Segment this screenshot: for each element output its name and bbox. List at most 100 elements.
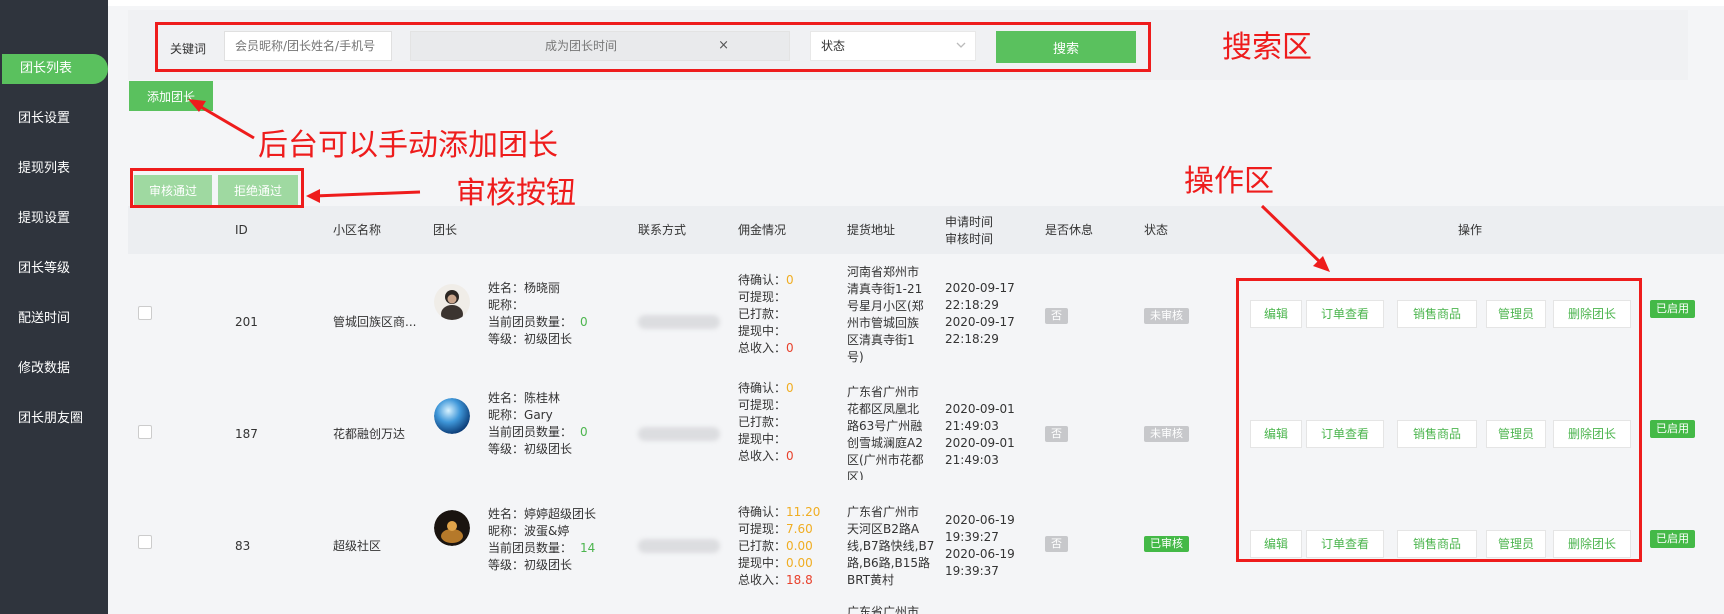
status-badge: 未审核 — [1144, 308, 1189, 324]
enabled-toggle[interactable]: 已启用 — [1650, 300, 1695, 318]
audit-buttons-highlight — [130, 168, 304, 208]
label-withdrawing: 提现中： — [738, 556, 787, 570]
label-total: 总收入： — [738, 341, 787, 355]
commission-info: 待确认：0 可提现： 已打款： 提现中： 总收入：0 — [738, 380, 794, 465]
paid-value: 0.00 — [786, 539, 813, 553]
apply-audit-time: 2020-06-19 19:39:27 2020-06-19 19:39:37 — [945, 513, 1015, 578]
label-level: 等级： — [488, 442, 525, 456]
label-pending: 待确认： — [738, 505, 787, 519]
header-operation: 操作 — [1458, 223, 1483, 237]
sidebar-item-leader-level[interactable]: 团长等级 — [0, 254, 108, 284]
pickup-address: 广东省广州市 天河区B2路A 线,B7路快线,B7 路,B6路,B15路 BRT黄村 — [847, 505, 935, 587]
header-commission: 佣金情况 — [738, 223, 787, 237]
label-members: 当前团员数量： — [488, 315, 573, 329]
label-pending: 待确认： — [738, 273, 787, 287]
label-level: 等级： — [488, 332, 525, 346]
leader-nick: Gary — [524, 408, 553, 422]
rest-badge: 否 — [1045, 308, 1068, 324]
label-level: 等级： — [488, 558, 525, 572]
label-members: 当前团员数量： — [488, 541, 573, 555]
avatar — [434, 510, 470, 546]
label-nick: 昵称： — [488, 524, 525, 538]
leader-level: 初级团长 — [524, 442, 573, 456]
header-contact: 联系方式 — [638, 223, 687, 237]
leader-level: 初级团长 — [524, 558, 573, 572]
header-id: ID — [235, 223, 248, 237]
row-checkbox[interactable] — [138, 306, 152, 320]
label-withdrawable: 可提现： — [738, 522, 787, 536]
label-total: 总收入： — [738, 573, 787, 587]
label-name: 姓名： — [488, 391, 525, 405]
leader-nick: 波蛋&婷 — [524, 524, 570, 538]
header-address: 提货地址 — [847, 223, 896, 237]
sidebar-item-leader-moments[interactable]: 团长朋友圈 — [0, 404, 108, 434]
row-community: 管城回族区商... — [333, 315, 417, 329]
withdrawable-value: 7.60 — [786, 522, 813, 536]
rest-badge: 否 — [1045, 536, 1068, 552]
annotation-search-area: 搜索区 — [1222, 30, 1312, 65]
contact-blurred — [638, 315, 720, 329]
pending-value: 0 — [786, 273, 794, 287]
label-withdrawable: 可提现： — [738, 398, 787, 412]
enabled-toggle[interactable]: 已启用 — [1650, 530, 1695, 548]
header-community: 小区名称 — [333, 223, 382, 237]
label-nick: 昵称： — [488, 408, 525, 422]
total-value: 18.8 — [786, 573, 813, 587]
commission-info: 待确认：0 可提现： 已打款： 提现中： 总收入：0 — [738, 272, 794, 357]
sidebar-item-leader-settings[interactable]: 团长设置 — [0, 104, 108, 134]
label-withdrawing: 提现中： — [738, 432, 787, 446]
member-count: 0 — [580, 315, 588, 329]
row-community: 花都融创万达 — [333, 427, 406, 441]
label-paid: 已打款： — [738, 415, 787, 429]
row-checkbox[interactable] — [138, 425, 152, 439]
search-area-highlight — [155, 22, 1151, 72]
sidebar-item-withdraw-settings[interactable]: 提现设置 — [0, 204, 108, 234]
header-audit-time: 审核时间 — [945, 232, 994, 246]
avatar — [434, 284, 470, 320]
apply-audit-time: 2020-09-17 22:18:29 2020-09-17 22:18:29 — [945, 281, 1015, 346]
table-header: ID 小区名称 团长 联系方式 佣金情况 提货地址 申请时间 审核时间 是否休息… — [128, 206, 1724, 254]
sidebar-item-withdraw-list[interactable]: 提现列表 — [0, 154, 108, 184]
label-nick: 昵称： — [488, 298, 525, 312]
sidebar-item-edit-data[interactable]: 修改数据 — [0, 354, 108, 384]
apply-audit-time: 2020-09-01 21:49:03 2020-09-01 21:49:03 — [945, 402, 1015, 467]
row-id: 201 — [235, 315, 258, 329]
add-leader-button[interactable]: 添加团长 — [129, 81, 213, 111]
contact-blurred — [638, 539, 720, 553]
rest-badge: 否 — [1045, 426, 1068, 442]
operation-area-highlight — [1236, 278, 1642, 562]
label-name: 姓名： — [488, 507, 525, 521]
label-withdrawing: 提现中： — [738, 324, 787, 338]
row-id: 187 — [235, 427, 258, 441]
leader-info: 姓名：婷婷超级团长 昵称：波蛋&婷 当前团员数量： 14 等级：初级团长 — [488, 506, 596, 574]
pickup-address-partial: 广东省广州市 — [847, 605, 920, 614]
total-value: 0 — [786, 449, 794, 463]
header-apply-time: 申请时间 — [945, 215, 994, 229]
sidebar-item-leader-list[interactable]: 团长列表 — [2, 54, 108, 84]
total-value: 0 — [786, 341, 794, 355]
label-total: 总收入： — [738, 449, 787, 463]
annotation-audit-buttons: 审核按钮 — [456, 176, 576, 211]
enabled-toggle[interactable]: 已启用 — [1650, 420, 1695, 438]
row-checkbox[interactable] — [138, 535, 152, 549]
commission-info: 待确认：11.20 可提现：7.60 已打款：0.00 提现中：0.00 总收入… — [738, 504, 820, 589]
label-pending: 待确认： — [738, 381, 787, 395]
leader-level: 初级团长 — [524, 332, 573, 346]
label-members: 当前团员数量： — [488, 425, 573, 439]
annotation-add-manual: 后台可以手动添加团长 — [258, 128, 558, 163]
sidebar: 团长列表 团长设置 提现列表 提现设置 团长等级 配送时间 修改数据 团长朋友圈 — [0, 0, 108, 614]
row-community: 超级社区 — [333, 539, 382, 553]
leader-info: 姓名：杨晓丽 昵称： 当前团员数量： 0 等级：初级团长 — [488, 280, 588, 348]
leader-name: 婷婷超级团长 — [524, 507, 597, 521]
header-leader: 团长 — [433, 223, 458, 237]
avatar — [434, 398, 470, 434]
leader-info: 姓名：陈桂林 昵称：Gary 当前团员数量： 0 等级：初级团长 — [488, 390, 588, 458]
sidebar-item-delivery-time[interactable]: 配送时间 — [0, 304, 108, 334]
header-status: 状态 — [1144, 223, 1169, 237]
table-row: 广东省广州市 — [128, 592, 1724, 614]
label-withdrawable: 可提现： — [738, 290, 787, 304]
member-count: 14 — [580, 541, 596, 555]
row-id: 83 — [235, 539, 251, 553]
status-badge: 已审核 — [1144, 536, 1189, 552]
pickup-address: 河南省郑州市 清真寺街1-21 号星月小区(郑 州市管城回族 区清真寺街1 号) — [847, 265, 924, 364]
